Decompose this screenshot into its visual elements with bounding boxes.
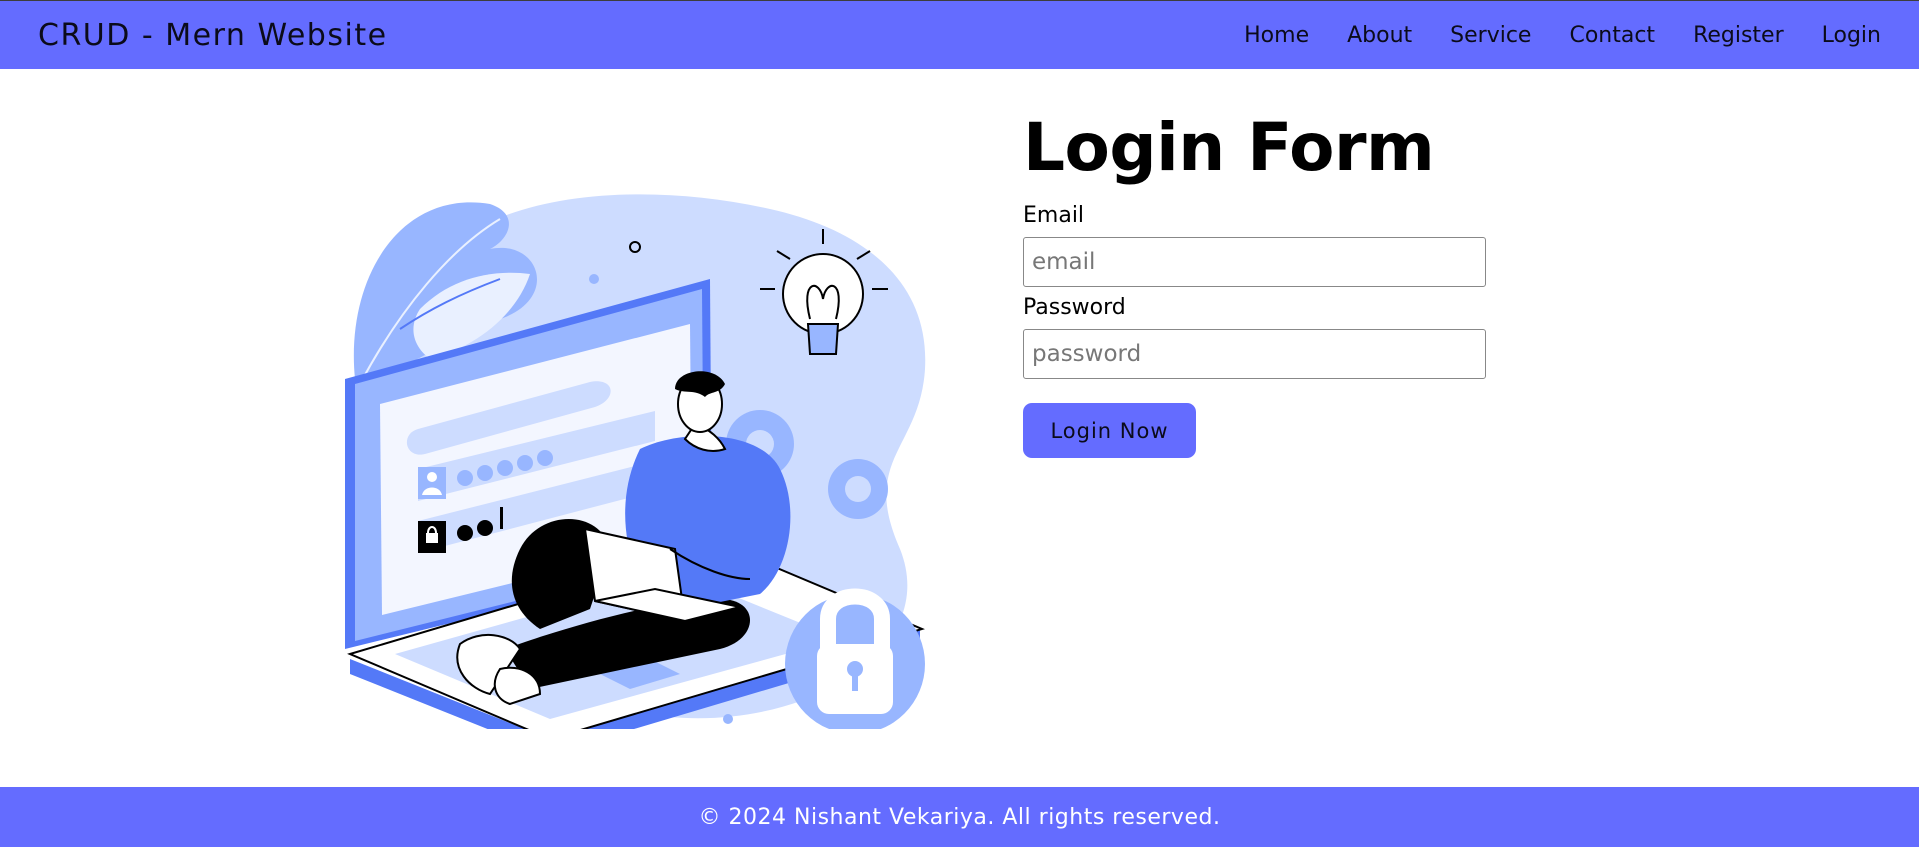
main-content: Login Form Email Password Login Now	[0, 69, 1919, 787]
brand-title[interactable]: CRUD - Mern Website	[38, 18, 388, 53]
nav-link-register[interactable]: Register	[1693, 23, 1784, 48]
decor-dot	[589, 274, 599, 284]
navbar: CRUD - Mern Website Home About Service C…	[0, 0, 1919, 69]
footer: © 2024 Nishant Vekariya. All rights rese…	[0, 787, 1919, 847]
nav-links: Home About Service Contact Register Logi…	[1244, 23, 1881, 48]
lightbulb-base	[806, 323, 840, 355]
nav-link-home[interactable]: Home	[1244, 23, 1309, 48]
login-form: Login Form Email Password Login Now	[1023, 115, 1503, 458]
lightbulb-icon	[782, 253, 864, 335]
login-now-button[interactable]: Login Now	[1023, 403, 1196, 458]
page-title: Login Form	[1023, 109, 1435, 186]
footer-copyright: © 2024 Nishant Vekariya. All rights rese…	[698, 804, 1221, 830]
login-illustration	[345, 194, 926, 729]
nav-link-service[interactable]: Service	[1450, 23, 1531, 48]
text-cursor	[500, 507, 503, 529]
email-field[interactable]	[1023, 237, 1486, 287]
user-icon-head	[427, 472, 437, 482]
padlock-keyhole-slot	[852, 669, 858, 691]
email-label: Email	[1023, 203, 1085, 228]
lock-icon-screen-body	[426, 533, 438, 543]
nav-link-about[interactable]: About	[1347, 23, 1412, 48]
nav-link-contact[interactable]: Contact	[1569, 23, 1655, 48]
password-label: Password	[1023, 295, 1126, 320]
password-field[interactable]	[1023, 329, 1486, 379]
gear-small-icon-center	[845, 476, 871, 502]
nav-link-login[interactable]: Login	[1822, 23, 1881, 48]
decor-dot-2	[723, 714, 733, 724]
